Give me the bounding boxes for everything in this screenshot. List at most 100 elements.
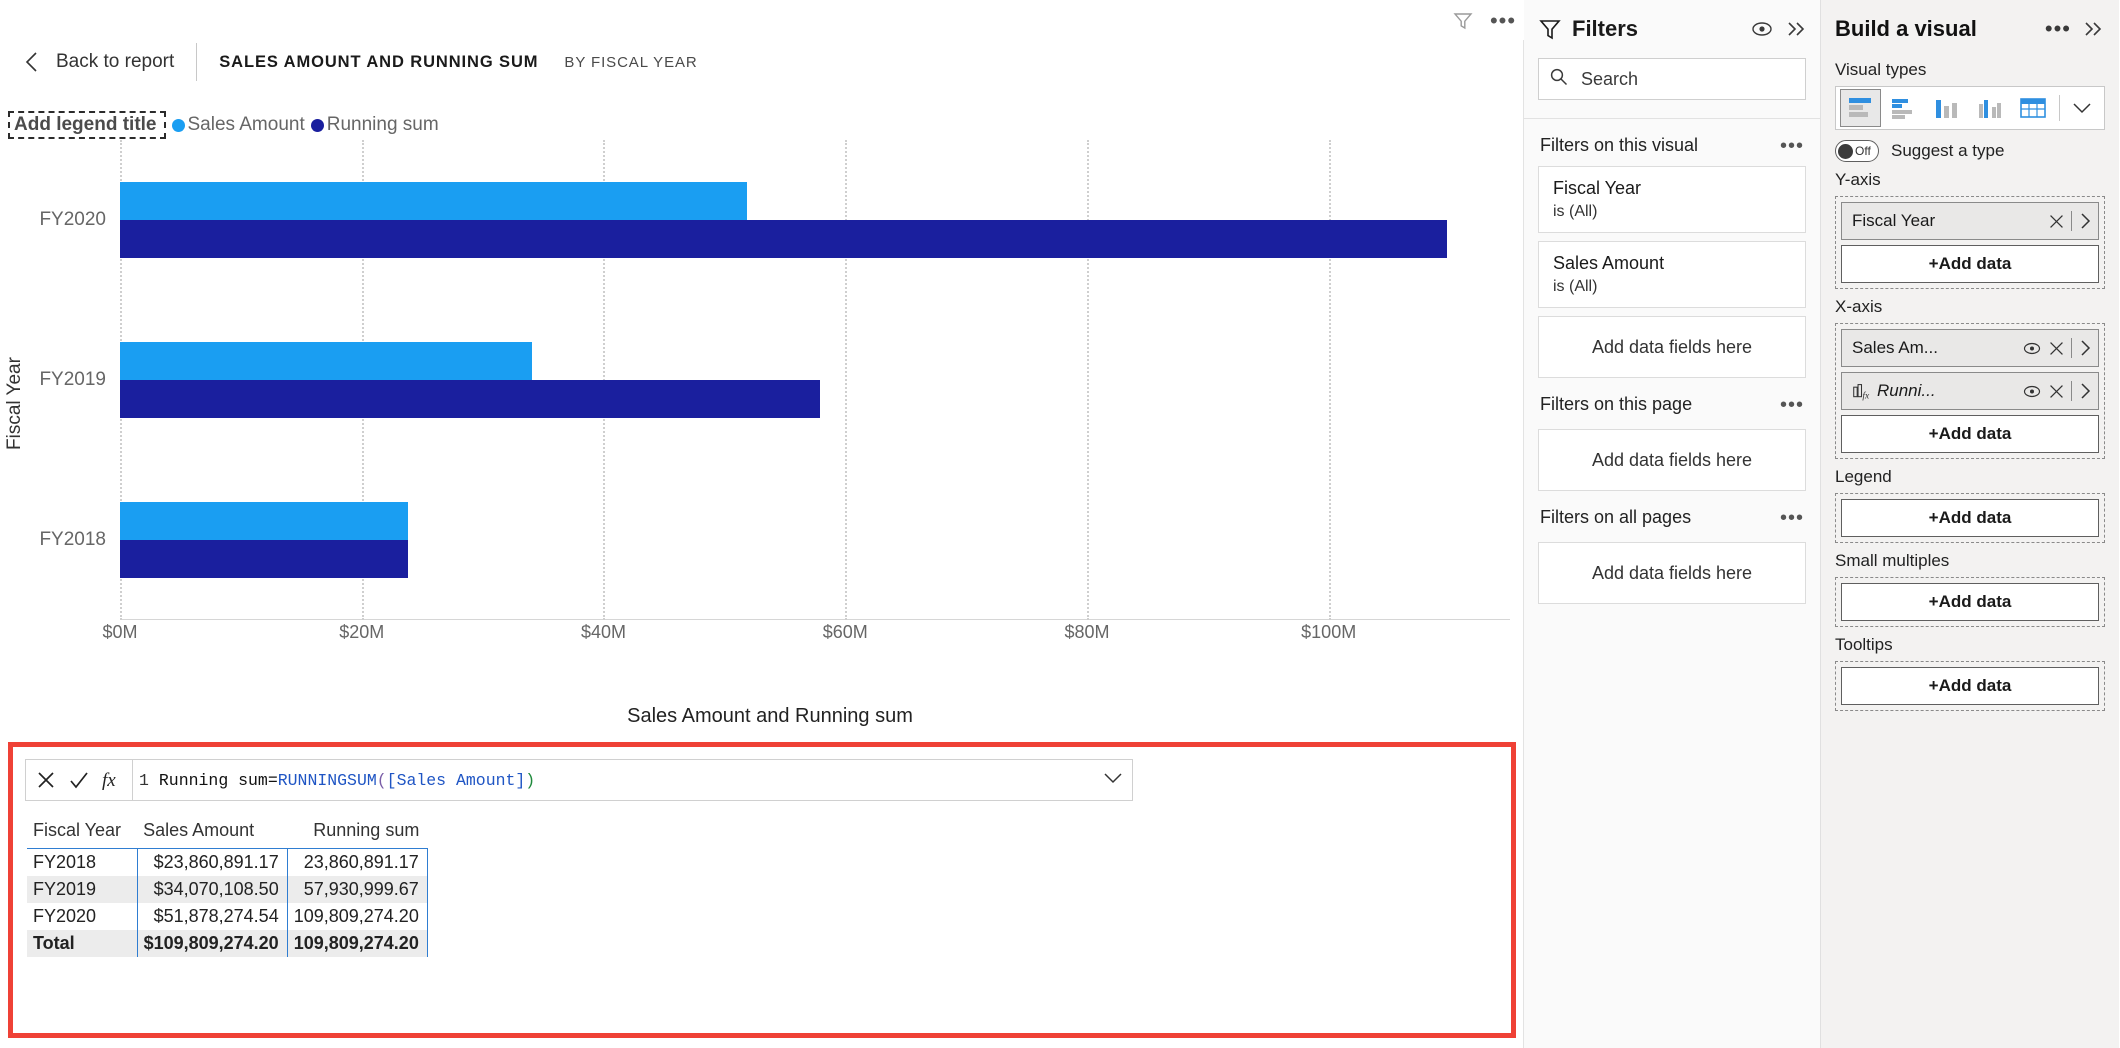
- cell-running-sum: 109,809,274.20: [287, 903, 427, 930]
- filters-section-header: Filters on all pages•••: [1524, 491, 1820, 538]
- cell-running-sum: 57,930,999.67: [287, 876, 427, 903]
- back-chevron-icon[interactable]: [22, 52, 42, 72]
- table-row[interactable]: FY2018$23,860,891.1723,860,891.17: [27, 849, 427, 877]
- chip-divider: [2071, 338, 2072, 358]
- fx-icon[interactable]: fx: [100, 765, 124, 795]
- field-well[interactable]: Sales Am... fxRunni... +Add data: [1835, 323, 2105, 459]
- field-chip[interactable]: Fiscal Year: [1841, 202, 2099, 240]
- formula-open-paren: (: [377, 771, 387, 790]
- filter-dropzone[interactable]: Add data fields here: [1538, 316, 1806, 378]
- chart-bar[interactable]: [120, 502, 408, 540]
- close-icon[interactable]: [34, 765, 58, 795]
- visual-type-clustered-column-icon[interactable]: [1969, 89, 2010, 127]
- remove-field-icon[interactable]: [2048, 340, 2065, 357]
- chevron-right-icon[interactable]: [2078, 212, 2092, 230]
- eye-icon[interactable]: [2022, 384, 2042, 399]
- dax-formula-input[interactable]: 1Running sum = RUNNINGSUM([Sales Amount]…: [133, 759, 1133, 801]
- filter-dropzone[interactable]: Add data fields here: [1538, 542, 1806, 604]
- filters-section-header: Filters on this page•••: [1524, 378, 1820, 425]
- cell-fiscal-year: FY2020: [27, 903, 137, 930]
- eye-icon[interactable]: [1750, 20, 1774, 38]
- x-axis-tick-label: $20M: [339, 622, 384, 643]
- chevron-right-icon[interactable]: [2078, 339, 2092, 357]
- collapse-pane-icon[interactable]: [1784, 19, 1808, 39]
- add-data-button[interactable]: +Add data: [1841, 415, 2099, 453]
- table-row[interactable]: FY2020$51,878,274.54109,809,274.20: [27, 903, 427, 930]
- filter-icon[interactable]: [1450, 8, 1476, 34]
- category-label: FY2020: [39, 209, 106, 231]
- back-to-report-link[interactable]: Back to report: [56, 51, 174, 73]
- chevron-down-icon[interactable]: [2065, 89, 2100, 127]
- filters-pane: Filters Search Filters on this visual•••…: [1524, 0, 1821, 1048]
- eye-icon[interactable]: [2022, 341, 2042, 356]
- data-preview-table: Fiscal Year Sales Amount Running sum FY2…: [27, 817, 428, 957]
- category-label: FY2018: [39, 529, 106, 551]
- filters-section-title: Filters on this visual: [1540, 135, 1780, 156]
- more-options-icon[interactable]: •••: [1780, 400, 1804, 410]
- field-well[interactable]: +Add data: [1835, 661, 2105, 711]
- formula-buttons: fx: [25, 759, 133, 801]
- page-title: SALES AMOUNT AND RUNNING SUM: [219, 53, 538, 72]
- column-header-running-sum[interactable]: Running sum: [287, 817, 427, 849]
- chart-bar[interactable]: [120, 380, 820, 418]
- field-well[interactable]: +Add data: [1835, 493, 2105, 543]
- field-chip-label: Fiscal Year: [1852, 211, 2042, 231]
- cell-fiscal-year: FY2018: [27, 849, 137, 877]
- table-row[interactable]: FY2019$34,070,108.5057,930,999.67: [27, 876, 427, 903]
- add-data-button[interactable]: +Add data: [1841, 667, 2099, 705]
- remove-field-icon[interactable]: [2048, 383, 2065, 400]
- legend-item-sales-amount[interactable]: Sales Amount: [172, 114, 305, 136]
- field-chip[interactable]: Sales Am...: [1841, 329, 2099, 367]
- column-header-fiscal-year[interactable]: Fiscal Year: [27, 817, 137, 849]
- legend-label: Running sum: [327, 114, 439, 136]
- chart-bar[interactable]: [120, 342, 532, 380]
- report-header: Back to report SALES AMOUNT AND RUNNING …: [0, 38, 1524, 86]
- gallery-divider: [2059, 95, 2060, 121]
- visual-type-table-icon[interactable]: [2013, 89, 2054, 127]
- more-options-icon[interactable]: •••: [2045, 24, 2071, 34]
- more-options-icon[interactable]: •••: [1490, 8, 1516, 34]
- filter-card[interactable]: Sales Amountis (All): [1538, 241, 1806, 308]
- visual-type-clustered-bar-icon[interactable]: [1883, 89, 1924, 127]
- filter-dropzone[interactable]: Add data fields here: [1538, 429, 1806, 491]
- add-data-button[interactable]: +Add data: [1841, 583, 2099, 621]
- field-well[interactable]: Fiscal Year +Add data: [1835, 196, 2105, 289]
- toggle-state-label: Off: [1855, 144, 1871, 158]
- chart-bar[interactable]: [120, 540, 408, 578]
- category-label: FY2019: [39, 369, 106, 391]
- table-total-row: Total$109,809,274.20109,809,274.20: [27, 930, 427, 957]
- visual-type-stacked-bar-icon[interactable]: [1840, 89, 1881, 127]
- column-header-sales-amount[interactable]: Sales Amount: [137, 817, 287, 849]
- field-chip[interactable]: fxRunni...: [1841, 372, 2099, 410]
- check-icon[interactable]: [67, 765, 91, 795]
- svg-text:fx: fx: [102, 770, 116, 791]
- visual-type-stacked-column-icon[interactable]: [1926, 89, 1967, 127]
- chart-bar[interactable]: [120, 182, 747, 220]
- formula-equals: =: [268, 771, 278, 790]
- chevron-right-icon[interactable]: [2078, 382, 2092, 400]
- filter-card[interactable]: Fiscal Yearis (All): [1538, 166, 1806, 233]
- svg-text:fx: fx: [1862, 390, 1870, 401]
- cell-total-running-sum: 109,809,274.20: [287, 930, 427, 957]
- add-data-button[interactable]: +Add data: [1841, 499, 2099, 537]
- filters-search-input[interactable]: Search: [1538, 58, 1806, 100]
- build-pane-title: Build a visual: [1835, 16, 2035, 42]
- bar-chart[interactable]: Fiscal Year FY2020FY2019FY2018: [0, 140, 1524, 620]
- remove-field-icon[interactable]: [2048, 213, 2065, 230]
- suggest-a-type-toggle[interactable]: Off: [1835, 140, 1879, 162]
- chart-gridline: [1087, 140, 1089, 620]
- field-well[interactable]: +Add data: [1835, 577, 2105, 627]
- legend-color-swatch: [172, 119, 185, 132]
- add-data-button[interactable]: +Add data: [1841, 245, 2099, 283]
- toggle-knob: [1838, 144, 1853, 159]
- collapse-pane-icon[interactable]: [2081, 19, 2105, 39]
- chevron-down-icon[interactable]: [1102, 771, 1124, 789]
- more-options-icon[interactable]: •••: [1780, 513, 1804, 523]
- legend-title-placeholder[interactable]: Add legend title: [8, 111, 166, 139]
- well-label: Tooltips: [1835, 635, 2105, 655]
- formula-measure-name: Running sum: [159, 771, 268, 790]
- legend-item-running-sum[interactable]: Running sum: [311, 114, 439, 136]
- chart-bar[interactable]: [120, 220, 1447, 258]
- visual-toolbar: •••: [0, 0, 1524, 40]
- more-options-icon[interactable]: •••: [1780, 141, 1804, 151]
